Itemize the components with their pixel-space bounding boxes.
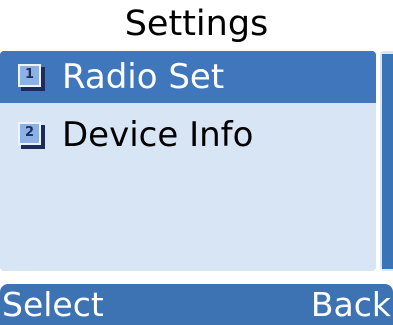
menu-item-device-info[interactable]: 2 Device Info bbox=[0, 109, 376, 161]
menu-item-radio-set[interactable]: 1 Radio Set bbox=[0, 51, 376, 103]
number-icon-face: 2 bbox=[18, 121, 41, 145]
settings-menu-list: 1 Radio Set 2 Device Info bbox=[0, 51, 376, 271]
back-softkey[interactable]: Back bbox=[311, 285, 391, 325]
menu-item-label: Device Info bbox=[62, 115, 254, 155]
number-icon-face: 1 bbox=[18, 63, 41, 87]
number-2-icon: 2 bbox=[18, 121, 45, 149]
page-title: Settings bbox=[124, 4, 269, 44]
number-1-icon: 1 bbox=[18, 63, 45, 91]
select-softkey[interactable]: Select bbox=[2, 285, 104, 325]
menu-item-label: Radio Set bbox=[62, 57, 225, 97]
scrollbar-thumb[interactable] bbox=[382, 54, 393, 269]
